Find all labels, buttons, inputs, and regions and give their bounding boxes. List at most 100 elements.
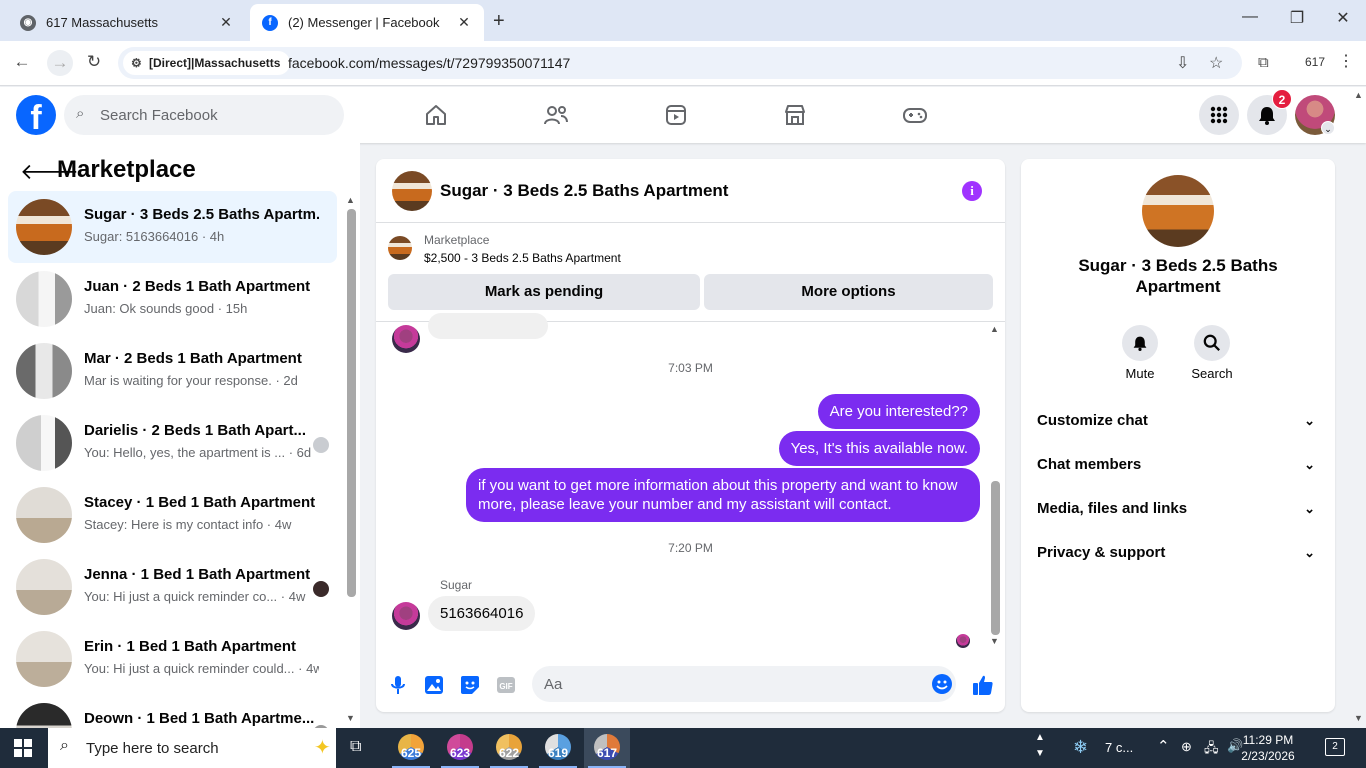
more-options-button[interactable]: More options xyxy=(704,274,993,310)
conversation-item[interactable]: Stacey · 1 Bed 1 Bath Apartment Stacey: … xyxy=(8,479,337,551)
gaming-icon[interactable] xyxy=(900,101,930,129)
sticker-icon[interactable] xyxy=(459,674,481,696)
system-clock[interactable]: 11:29 PM 2/23/2026 xyxy=(1228,732,1308,764)
taskbar-search[interactable]: ⌕ ✦ xyxy=(48,728,336,768)
install-app-icon[interactable]: ⇩ xyxy=(1176,53,1189,73)
facebook-logo-icon[interactable]: f xyxy=(16,95,56,135)
chevron-down-icon[interactable]: ⌄ xyxy=(1321,121,1335,135)
search-label: Search xyxy=(1191,366,1233,381)
taskbar-search-input[interactable] xyxy=(86,728,256,768)
conversation-item[interactable]: Mar · 2 Beds 1 Bath Apartment Mar is wai… xyxy=(8,335,337,407)
scroll-up-arrow-icon[interactable]: ▲ xyxy=(346,195,355,205)
info-icon[interactable]: i xyxy=(962,181,982,201)
outgoing-message[interactable]: Are you interested?? xyxy=(817,394,980,429)
privacy-support-row[interactable]: Privacy & support ⌄ xyxy=(1029,531,1327,575)
taskbar-app-625[interactable]: 625 xyxy=(388,728,434,768)
conversation-item[interactable]: Darielis · 2 Beds 1 Bath Apart... You: H… xyxy=(8,407,337,479)
tab-title: 617 Massachusetts xyxy=(46,15,159,30)
emoji-icon[interactable] xyxy=(932,674,952,694)
weather-text[interactable]: 7 c... xyxy=(1105,740,1133,755)
sidebar-scrollbar[interactable] xyxy=(347,209,356,597)
tab-search-icon[interactable]: ⧉ xyxy=(1258,54,1269,71)
conversation-item[interactable]: Juan · 2 Beds 1 Bath Apartment Juan: Ok … xyxy=(8,263,337,335)
message-input-box[interactable] xyxy=(532,666,956,702)
chat-info-name: Sugar · 3 Beds 2.5 Baths Apartment xyxy=(1078,256,1278,296)
omnibox[interactable]: ⚙ [Direct]|Massachusetts facebook.com/me… xyxy=(118,47,1242,79)
browser-menu-icon[interactable]: ⋮ xyxy=(1338,51,1354,71)
gif-icon[interactable]: GIF xyxy=(495,674,517,696)
site-info-chip[interactable]: ⚙ [Direct]|Massachusetts xyxy=(123,51,291,75)
task-view-icon[interactable]: ⧉ xyxy=(350,738,361,756)
close-window-icon[interactable]: ✕ xyxy=(1333,8,1353,28)
scroll-up-arrow-icon[interactable]: ▲ xyxy=(1354,90,1363,100)
taskbar-scroll-arrows-icon[interactable]: ▲ ▼ xyxy=(1035,730,1045,762)
chat-title[interactable]: Sugar · 3 Beds 2.5 Baths Apartment xyxy=(440,181,728,201)
search-input[interactable] xyxy=(100,95,330,135)
search-in-chat-button[interactable]: Search xyxy=(1182,325,1242,381)
chat-members-row[interactable]: Chat members ⌄ xyxy=(1029,443,1327,487)
show-hidden-icons-icon[interactable]: ⌃ xyxy=(1157,737,1170,755)
forward-arrow-icon[interactable]: → xyxy=(47,50,73,76)
windows-start-icon[interactable] xyxy=(14,739,32,757)
browser-tab-messenger[interactable]: f (2) Messenger | Facebook ✕ xyxy=(250,4,484,41)
scroll-up-arrow-icon[interactable]: ▲ xyxy=(990,324,999,334)
scroll-down-arrow-icon[interactable]: ▼ xyxy=(1354,713,1363,723)
listing-price-title[interactable]: $2,500 - 3 Beds 2.5 Baths Apartment xyxy=(424,251,621,265)
listing-thumbnail[interactable] xyxy=(388,236,412,260)
incoming-message[interactable]: 5163664016 xyxy=(428,596,536,631)
marketplace-icon[interactable] xyxy=(780,101,810,129)
mute-button[interactable]: Mute xyxy=(1110,325,1170,381)
network-icon[interactable]: 🖧 xyxy=(1204,739,1219,761)
back-arrow-icon[interactable]: ← xyxy=(11,52,33,72)
taskbar-app-622[interactable]: 622 xyxy=(486,728,532,768)
scroll-down-arrow-icon[interactable]: ▼ xyxy=(990,636,999,646)
conversation-title: Erin · 1 Bed 1 Bath Apartment xyxy=(84,638,296,655)
taskbar-app-617[interactable]: 617 xyxy=(584,728,630,768)
conversation-preview: You: Hi just a quick reminder co... · 4w xyxy=(84,589,306,604)
browser-tab-617-massachusetts[interactable]: ◉ 617 Massachusetts ✕ xyxy=(8,4,246,41)
conversation-preview: Stacey: Here is my contact info · 4w xyxy=(84,517,292,532)
meet-now-icon[interactable]: ⊕ xyxy=(1181,739,1192,755)
video-icon[interactable] xyxy=(661,101,691,129)
home-icon[interactable] xyxy=(421,101,451,129)
close-tab-icon[interactable]: ✕ xyxy=(456,14,472,31)
outgoing-message[interactable]: if you want to get more information abou… xyxy=(466,468,980,522)
taskbar-app-label: 617 xyxy=(596,746,618,760)
menu-grid-icon[interactable] xyxy=(1199,95,1239,135)
facebook-search[interactable]: ⌕ xyxy=(64,95,344,135)
minimize-icon[interactable]: — xyxy=(1240,8,1260,26)
bookmark-star-icon[interactable]: ☆ xyxy=(1209,53,1223,73)
outgoing-message[interactable]: Yes, It's this available now. xyxy=(778,431,980,466)
like-thumbs-up-icon[interactable] xyxy=(972,674,994,696)
action-center-icon[interactable]: 2 xyxy=(1325,738,1345,756)
media-files-links-row[interactable]: Media, files and links ⌄ xyxy=(1029,487,1327,531)
listing-thumbnail xyxy=(16,343,72,399)
listing-thumbnail xyxy=(16,415,72,471)
close-tab-icon[interactable]: ✕ xyxy=(218,14,234,31)
reload-icon[interactable]: ↻ xyxy=(83,52,105,72)
taskbar-app-623[interactable]: 623 xyxy=(437,728,483,768)
weather-snowflake-icon[interactable]: ❄ xyxy=(1073,737,1088,758)
message-input[interactable] xyxy=(544,666,914,702)
mark-as-pending-button[interactable]: Mark as pending xyxy=(388,274,700,310)
customize-chat-row[interactable]: Customize chat ⌄ xyxy=(1029,399,1327,443)
taskbar-app-619[interactable]: 619 xyxy=(535,728,581,768)
scroll-down-arrow-icon[interactable]: ▼ xyxy=(346,713,355,723)
chat-avatar[interactable] xyxy=(392,171,432,211)
microphone-icon[interactable] xyxy=(387,674,409,696)
profile-picture[interactable] xyxy=(1142,175,1214,247)
new-tab-button[interactable]: + xyxy=(493,10,505,33)
restore-icon[interactable]: ❐ xyxy=(1287,8,1307,28)
conversation-item[interactable]: Deown · 1 Bed 1 Bath Apartme... xyxy=(8,695,337,728)
profile-label[interactable]: 617 xyxy=(1305,55,1325,69)
photo-icon[interactable] xyxy=(423,674,445,696)
friends-icon[interactable] xyxy=(541,101,571,129)
conversation-item[interactable]: Erin · 1 Bed 1 Bath Apartment You: Hi ju… xyxy=(8,623,337,695)
url-text[interactable]: facebook.com/messages/t/729799350071147 xyxy=(288,55,570,71)
conversation-item[interactable]: Sugar · 3 Beds 2.5 Baths Apartm... Sugar… xyxy=(8,191,337,263)
sender-avatar[interactable] xyxy=(392,602,420,630)
listing-thumbnail xyxy=(16,631,72,687)
chat-scrollbar[interactable] xyxy=(991,481,1000,635)
chevron-down-icon: ⌄ xyxy=(1304,545,1315,560)
conversation-item[interactable]: Jenna · 1 Bed 1 Bath Apartment You: Hi j… xyxy=(8,551,337,623)
